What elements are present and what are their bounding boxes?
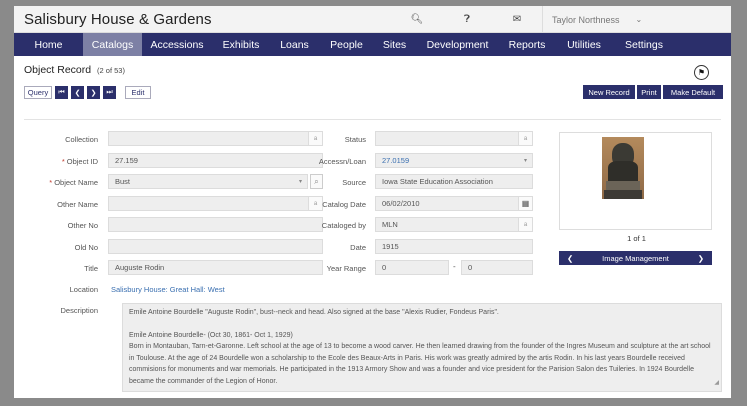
old-no-field[interactable] [108,239,323,254]
chevron-down-icon: ⌄ [635,15,643,24]
object-name-select[interactable]: Bust ▾ [108,174,308,189]
page-title: Object Record (2 of 53) [24,64,125,76]
nav-accessions[interactable]: Accessions [142,33,212,56]
app-title: Salisbury House & Gardens [24,10,212,28]
nav-home[interactable]: Home [14,33,83,56]
lookup-icon[interactable]: a [518,132,532,145]
resize-handle-icon[interactable]: ◢ [714,378,719,390]
action-buttons: New Record Print Make Default [581,85,723,99]
object-id-label: * Object ID [61,157,98,166]
source-field[interactable]: Iowa State Education Association [375,174,533,189]
description-label: Description [60,306,98,315]
calendar-icon[interactable]: ▦ [518,197,532,210]
object-name-label: * Object Name [49,178,98,187]
cataloged-by-value: MLN [382,220,398,229]
record-title: Object Record [24,64,92,76]
record-count: (2 of 53) [97,66,125,75]
accession-loan-select[interactable]: 27.0159 ▾ [375,153,533,168]
help-icon[interactable]: ❓︎ [442,6,492,33]
print-button[interactable]: Print [637,85,661,99]
chevron-down-icon: ▾ [523,158,527,164]
status-field[interactable]: a [375,131,533,146]
year-range-to-field[interactable]: 0 [461,260,533,275]
prev-record-button[interactable]: ❮ [71,86,84,99]
app-window: Salisbury House & Gardens 🔍︎ ❓︎ ✉ Taylor… [14,6,731,398]
title-field[interactable]: Auguste Rodin [108,260,323,275]
title-label: Title [84,264,98,273]
date-value: 1915 [382,242,399,251]
other-name-label: Other Name [57,200,98,209]
required-marker: * [61,157,65,166]
other-no-label: Other No [67,221,98,230]
main-nav: Home Catalogs Accessions Exhibits Loans … [14,33,731,56]
object-id-field[interactable]: 27.159 [108,153,323,168]
catalog-date-label: Catalog Date [322,200,366,209]
query-button[interactable]: Query [24,86,52,99]
object-id-value: 27.159 [115,156,138,165]
location-link[interactable]: Salisbury House: Great Hall: West [111,285,225,294]
edit-button[interactable]: Edit [125,86,151,99]
year-range-from-field[interactable]: 0 [375,260,449,275]
description-textarea[interactable]: Emile Antoine Bourdelle "Auguste Rodin",… [122,303,722,392]
year-range-label: Year Range [326,264,366,273]
date-field[interactable]: 1915 [375,239,533,254]
top-bar: Salisbury House & Gardens 🔍︎ ❓︎ ✉ Taylor… [14,6,731,33]
cataloged-by-label: Cataloged by [321,221,366,230]
lookup-icon[interactable]: a [518,218,532,231]
year-range-from-value: 0 [382,263,387,272]
nav-people[interactable]: People [319,33,374,56]
first-record-button[interactable]: ⏮ [55,86,68,99]
object-photo[interactable] [602,137,644,199]
next-record-button[interactable]: ❯ [87,86,100,99]
catalog-date-value: 06/02/2010 [382,199,420,208]
nav-catalogs[interactable]: Catalogs [83,33,142,56]
year-range-to-value: 0 [468,263,473,272]
image-count: 1 of 1 [627,234,646,243]
nav-settings[interactable]: Settings [614,33,674,56]
location-label: Location [69,285,98,294]
nav-exhibits[interactable]: Exhibits [212,33,270,56]
cataloged-by-field[interactable]: MLN a [375,217,533,232]
required-marker: * [49,178,53,187]
accession-loan-value[interactable]: 27.0159 [382,156,409,165]
description-line: Born in Montauban, Tarn-et-Garonne. Left… [129,343,711,385]
flag-icon[interactable]: ⚑ [694,65,709,80]
title-value: Auguste Rodin [115,263,165,272]
image-management-button[interactable]: Image Management [602,254,669,263]
collection-label: Collection [65,135,98,144]
search-icon[interactable]: 🔍︎ [392,6,442,33]
make-default-button[interactable]: Make Default [663,85,723,99]
nav-utilities[interactable]: Utilities [554,33,614,56]
last-record-button[interactable]: ⏭ [103,86,116,99]
collection-field[interactable]: a [108,131,323,146]
record-toolbar: Query ⏮ ❮ ❯ ⏭ Edit [24,86,154,99]
mail-icon[interactable]: ✉ [492,6,542,33]
source-value: Iowa State Education Association [382,177,493,186]
status-label: Status [344,135,366,144]
other-name-field[interactable]: a [108,196,323,211]
description-line: Emile Antoine Bourdelle "Auguste Rodin",… [129,309,499,316]
source-label: Source [342,178,366,187]
old-no-label: Old No [74,243,98,252]
next-image-button[interactable]: ❯ [698,254,704,263]
catalog-date-field[interactable]: 06/02/2010 ▦ [375,196,533,211]
image-preview[interactable]: 1 of 1 [559,132,712,243]
other-no-field[interactable] [108,217,323,232]
nav-development[interactable]: Development [415,33,500,56]
nav-loans[interactable]: Loans [270,33,319,56]
image-management-bar: ❮ Image Management ❯ [559,251,712,265]
object-name-value: Bust [115,177,131,186]
description-line: Emile Antoine Bourdelle- (Oct 30, 1861- … [129,331,293,339]
user-menu[interactable]: Taylor Northness ⌄ [542,6,731,33]
nav-sites[interactable]: Sites [374,33,415,56]
prev-image-button[interactable]: ❮ [567,254,573,263]
nav-reports[interactable]: Reports [500,33,554,56]
new-record-button[interactable]: New Record [583,85,635,99]
year-range-separator: - [453,262,456,271]
user-name: Taylor Northness [552,14,620,25]
top-icons: 🔍︎ ❓︎ ✉ [392,6,542,33]
date-label: Date [350,243,366,252]
accession-loan-label: Accessn/Loan [318,157,366,166]
